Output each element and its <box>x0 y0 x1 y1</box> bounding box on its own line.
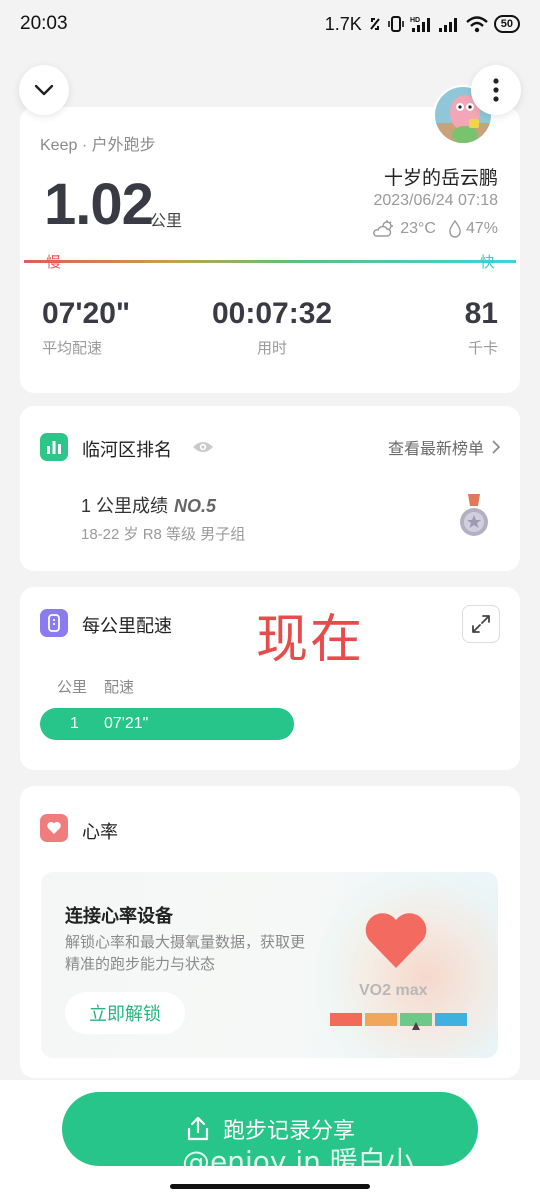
bottom-bar: 跑步记录分享 @enjoy in 暖白小 <box>0 1080 540 1200</box>
home-indicator[interactable] <box>170 1184 370 1189</box>
pace-row-pace: 07'21" <box>104 715 149 732</box>
status-bar: 20:03 1.7K HD 50 <box>0 0 540 48</box>
ranking-title: 临河区排名 <box>82 440 172 460</box>
rank-score-label: 1 公里成绩 <box>81 496 169 516</box>
rank-score: 1 公里成绩 NO.5 <box>81 492 216 518</box>
hd-signal-icon: HD <box>410 17 430 32</box>
pace-per-km-title: 每公里配速 <box>82 616 172 636</box>
more-vertical-icon <box>493 78 499 102</box>
network-speed: 1.7K <box>324 13 362 34</box>
user-name: 十岁的岳云鹏 <box>383 168 498 189</box>
expand-icon <box>472 615 490 633</box>
wifi-icon <box>465 16 488 33</box>
heart-icon <box>40 814 68 842</box>
overlay-text: 现在 <box>256 610 365 670</box>
chevron-down-icon <box>34 84 54 96</box>
expand-button[interactable] <box>462 605 500 643</box>
bar-chart-icon <box>40 433 68 461</box>
pace-gradient-bar <box>24 260 516 263</box>
avg-pace-value: 07'20" <box>42 297 131 330</box>
distance-value: 1.02 <box>44 172 154 237</box>
status-icons: 1.7K HD 50 <box>325 14 520 35</box>
connect-device-description: 解锁心率和最大摄氧量数据，获取更精准的跑步能力与状态 <box>65 934 306 973</box>
pace-per-km-card: 每公里配速 现在 公里 配速 1 07'21" <box>20 587 520 770</box>
vo2-scale-segment <box>435 1013 467 1026</box>
chevron-right-icon <box>492 440 500 454</box>
heart-rate-title: 心率 <box>82 822 118 842</box>
partly-cloudy-icon <box>373 220 394 237</box>
run-summary-card: Keep · 户外跑步 1.02 公里 十岁的岳云鹏 2023/06/24 07… <box>20 85 520 393</box>
more-options-button[interactable] <box>471 65 521 115</box>
medal-icon <box>460 494 488 536</box>
nfc-icon <box>369 18 380 30</box>
pace-row-km: 1 <box>70 715 79 732</box>
share-icon <box>187 1116 209 1141</box>
calories-label: 千卡 <box>467 340 498 357</box>
view-latest-label: 查看最新榜单 <box>387 441 484 458</box>
humidity-icon <box>449 220 461 238</box>
connect-device-panel: 连接心率设备 解锁心率和最大摄氧量数据，获取更精准的跑步能力与状态 立即解锁 V… <box>41 872 498 1058</box>
unlock-button[interactable]: 立即解锁 <box>65 992 185 1034</box>
duration-stat: 00:07:32 用时 <box>212 297 332 358</box>
run-source: Keep · 户外跑步 <box>40 137 156 154</box>
run-datetime: 2023/06/24 07:18 <box>373 192 498 209</box>
column-header-pace: 配速 <box>104 679 135 696</box>
vo2-scale <box>330 1013 467 1026</box>
pace-row: 1 07'21" <box>40 708 294 740</box>
vo2-max-label: VO2 max <box>359 982 428 999</box>
column-header-km: 公里 <box>57 679 88 696</box>
ranking-card[interactable]: 临河区排名 查看最新榜单 1 公里成绩 NO.5 18-22 岁 R8 等级 男子… <box>20 406 520 571</box>
eye-icon[interactable] <box>192 439 214 455</box>
signal-icon <box>438 18 457 32</box>
vo2-marker <box>412 1022 420 1030</box>
humidity: 47% <box>465 220 498 237</box>
vo2-scale-segment <box>330 1013 362 1026</box>
calories-stat: 81 千卡 <box>465 297 498 358</box>
watermark: @enjoy in 暖白小 <box>182 1145 414 1178</box>
heart-rate-card: 心率 连接心率设备 解锁心率和最大摄氧量数据，获取更精准的跑步能力与状态 立即解… <box>20 786 520 1078</box>
weather-info: 23°C 47% <box>372 220 498 238</box>
connect-device-title: 连接心率设备 <box>65 906 173 926</box>
rank-number: NO.5 <box>174 496 217 516</box>
view-latest-ranking-link[interactable]: 查看最新榜单 <box>388 435 500 459</box>
avg-pace-label: 平均配速 <box>42 340 103 357</box>
pace-fast-label: 快 <box>480 254 496 271</box>
duration-label: 用时 <box>256 340 287 357</box>
vo2-scale-segment <box>365 1013 397 1026</box>
svg-text:HD: HD <box>410 17 420 24</box>
battery-indicator: 50 <box>493 15 520 33</box>
collapse-button[interactable] <box>19 65 69 115</box>
distance-unit: 公里 <box>150 213 183 230</box>
duration-value: 00:07:32 <box>212 297 333 330</box>
status-time: 20:03 <box>20 13 68 34</box>
avg-pace-stat: 07'20" 平均配速 <box>42 297 130 358</box>
pace-track-icon <box>40 609 68 637</box>
pace-slow-label: 慢 <box>46 254 62 271</box>
rank-group: 18-22 岁 R8 等级 男子组 <box>81 526 246 543</box>
calories-value: 81 <box>464 297 498 330</box>
temperature: 23°C <box>400 220 436 237</box>
vibrate-icon <box>387 16 404 32</box>
heart-illustration-icon <box>365 913 427 968</box>
